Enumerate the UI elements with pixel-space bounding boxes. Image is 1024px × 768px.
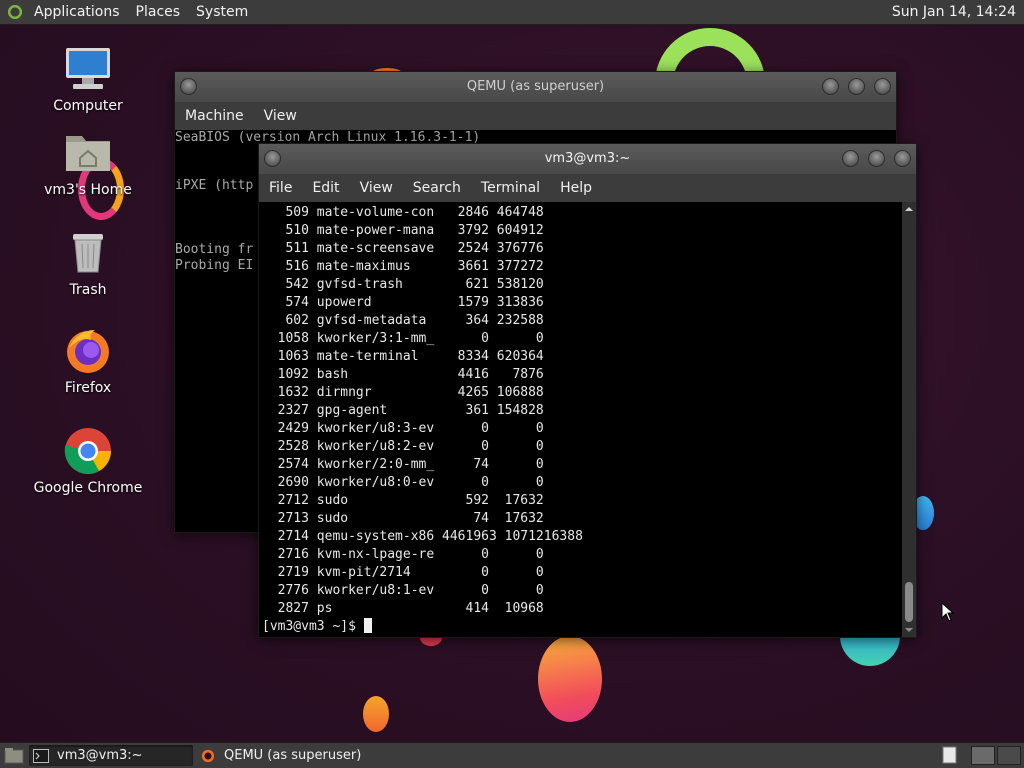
terminal-menu-terminal[interactable]: Terminal [471,180,550,196]
home-folder-icon [63,128,113,178]
notes-icon[interactable] [942,746,958,764]
scroll-down-arrow-icon[interactable] [902,625,916,635]
terminal-output-line: 2528 kworker/u8:2-ev 0 0 [262,439,544,454]
window-menu-button[interactable] [180,78,197,95]
firefox-icon [63,326,113,376]
terminal-output-line: 1632 dirmngr 4265 106888 [262,385,544,400]
terminal-output-line: 2690 kworker/u8:0-ev 0 0 [262,475,544,490]
top-panel: Applications Places System Sun Jan 14, 1… [0,0,1024,25]
workspace-switcher[interactable] [968,743,1024,768]
window-menu-button[interactable] [264,150,281,167]
desktop-icon-label: Google Chrome [33,480,143,496]
terminal-menu-search[interactable]: Search [403,180,471,196]
terminal-output-line: 542 gvfsd-trash 621 538120 [262,277,544,292]
places-menu[interactable]: Places [128,0,189,24]
desktop-icon-computer[interactable]: Computer [33,44,143,114]
terminal-icon [33,748,49,763]
mouse-pointer-icon [941,602,955,622]
wallpaper-small-orange-blob [363,696,389,732]
terminal-titlebar[interactable]: vm3@vm3:~ [259,144,916,174]
desktop-icon-firefox[interactable]: Firefox [33,326,143,396]
terminal-output-line: 602 gvfsd-metadata 364 232588 [262,313,544,328]
terminal-output-line: 1058 kworker/3:1-mm_ 0 0 [262,331,544,346]
text-cursor [363,618,372,633]
desktop-icon-trash[interactable]: Trash [33,228,143,298]
maximize-button[interactable] [868,150,885,167]
terminal-output-line: 2776 kworker/u8:1-ev 0 0 [262,583,544,598]
taskbar-item-qemu[interactable]: QEMU (as superuser) [196,745,369,766]
terminal-menu-view[interactable]: View [350,180,403,196]
terminal-menu-file[interactable]: File [259,180,302,196]
terminal-output-line: 2716 kvm-nx-lpage-re 0 0 [262,547,544,562]
workspace-2[interactable] [997,746,1021,765]
terminal-window-title: vm3@vm3:~ [544,151,631,166]
workspace-1[interactable] [971,746,995,765]
desktop-icon-label: Firefox [64,380,112,396]
qemu-icon [201,749,215,762]
terminal-output-line: 2327 gpg-agent 361 154828 [262,403,544,418]
terminal-scrollbar[interactable] [902,202,916,637]
terminal-window[interactable]: vm3@vm3:~ File Edit View Search Terminal… [258,143,917,638]
minimize-button[interactable] [822,78,839,95]
system-menu[interactable]: System [188,0,256,24]
maximize-button[interactable] [848,78,865,95]
scroll-up-arrow-icon[interactable] [902,204,916,214]
chrome-icon [63,426,113,476]
terminal-prompt-line[interactable]: [vm3@vm3 ~]$ [259,618,902,636]
terminal-output-line: 516 mate-maximus 3661 377272 [262,259,544,274]
terminal-output-line: 2712 sudo 592 17632 [262,493,544,508]
show-desktop-icon[interactable] [4,747,26,765]
terminal-output-line: 510 mate-power-mana 3792 604912 [262,223,544,238]
terminal-menubar: File Edit View Search Terminal Help [259,174,916,202]
terminal-output-line: 511 mate-screensave 2524 376776 [262,241,544,256]
terminal-menu-help[interactable]: Help [550,180,602,196]
desktop-icon-home[interactable]: vm3's Home [33,128,143,198]
terminal-output-line: 2429 kworker/u8:3-ev 0 0 [262,421,544,436]
terminal-menu-edit[interactable]: Edit [302,180,349,196]
terminal-prompt: [vm3@vm3 ~]$ [262,619,364,634]
scrollbar-thumb[interactable] [905,582,913,622]
terminal-output-line: 2827 ps 414 10968 [262,601,544,616]
mate-logo-icon[interactable] [6,3,24,21]
taskbar-item-label: QEMU (as superuser) [224,748,362,763]
terminal-output-line: 1063 mate-terminal 8334 620364 [262,349,544,364]
terminal-output-line: 2713 sudo 74 17632 [262,511,544,526]
computer-icon [63,44,113,94]
qemu-window-title: QEMU (as superuser) [466,79,605,94]
taskbar-item-label: vm3@vm3:~ [57,748,143,763]
terminal-output-line: 2714 qemu-system-x86 4461963 1071216388 [262,529,583,544]
terminal-output-line: 2574 kworker/2:0-mm_ 74 0 [262,457,544,472]
terminal-output[interactable]: 509 mate-volume-con 2846 464748 510 mate… [259,202,902,637]
close-button[interactable] [894,150,911,167]
desktop-icon-chrome[interactable]: Google Chrome [33,426,143,496]
qemu-titlebar[interactable]: QEMU (as superuser) [175,72,896,102]
qemu-menubar: Machine View [175,102,896,130]
close-button[interactable] [874,78,891,95]
terminal-output-line: 2719 kvm-pit/2714 0 0 [262,565,544,580]
qemu-menu-view[interactable]: View [254,108,307,124]
bottom-panel: vm3@vm3:~ QEMU (as superuser) [0,742,1024,768]
terminal-output-line: 574 upowerd 1579 313836 [262,295,544,310]
terminal-output-line: 1092 bash 4416 7876 [262,367,544,382]
clock[interactable]: Sun Jan 14, 14:24 [888,0,1020,24]
desktop-icon-label: Computer [53,98,123,114]
terminal-output-line: 509 mate-volume-con 2846 464748 [262,205,544,220]
desktop-icon-label: vm3's Home [44,182,132,198]
desktop-icon-label: Trash [69,282,107,298]
trash-icon [63,228,113,278]
taskbar-item-terminal[interactable]: vm3@vm3:~ [29,745,193,766]
minimize-button[interactable] [842,150,859,167]
qemu-menu-machine[interactable]: Machine [175,108,254,124]
wallpaper-big-orange-blob [538,636,602,722]
applications-menu[interactable]: Applications [26,0,128,24]
